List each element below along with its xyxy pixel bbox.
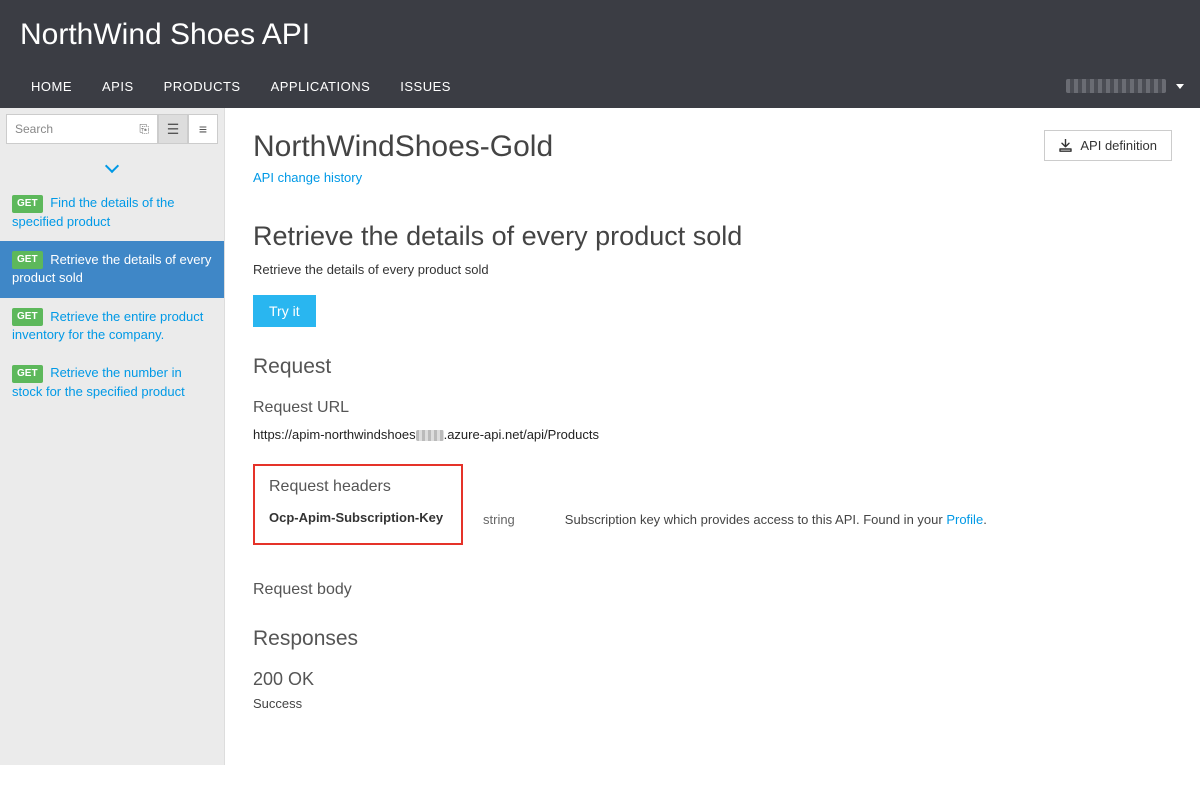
sidebar-op-0[interactable]: GET Find the details of the specified pr…: [0, 184, 224, 241]
request-heading: Request: [253, 355, 1172, 379]
api-definition-label: API definition: [1080, 138, 1157, 153]
portal-title: NorthWind Shoes API: [20, 18, 1180, 52]
search-placeholder: Search: [15, 122, 53, 136]
request-body-heading: Request body: [253, 581, 1172, 599]
change-history-link[interactable]: API change history: [253, 170, 362, 185]
method-badge: GET: [12, 308, 43, 326]
nav-issues[interactable]: ISSUES: [385, 65, 466, 108]
user-menu[interactable]: [1066, 79, 1184, 93]
sidebar-op-2[interactable]: GET Retrieve the entire product inventor…: [0, 298, 224, 355]
sidebar: Search ⎘ ☰ ≡ GET Find the details of the…: [0, 108, 225, 765]
nav-products[interactable]: PRODUCTS: [149, 65, 256, 108]
method-badge: GET: [12, 195, 43, 213]
response-text: Success: [253, 696, 1172, 711]
request-url-heading: Request URL: [253, 399, 1172, 417]
operation-description: Retrieve the details of every product so…: [253, 262, 1172, 277]
request-url-prefix: https://apim-northwindshoes: [253, 427, 416, 442]
view-list-button[interactable]: ☰: [158, 114, 188, 144]
sidebar-op-1[interactable]: GET Retrieve the details of every produc…: [0, 241, 224, 298]
header-type: string: [483, 512, 515, 527]
topbar: NorthWind Shoes API: [0, 0, 1200, 64]
view-group-button[interactable]: ≡: [188, 114, 218, 144]
nav-applications[interactable]: APPLICATIONS: [256, 65, 386, 108]
request-url-suffix: .azure-api.net/api/Products: [444, 427, 599, 442]
sidebar-op-3[interactable]: GET Retrieve the number in stock for the…: [0, 354, 224, 411]
request-headers-heading: Request headers: [269, 478, 447, 496]
chevron-down-icon: [1176, 84, 1184, 89]
api-title: NorthWindShoes-Gold: [253, 130, 553, 164]
try-it-button[interactable]: Try it: [253, 295, 316, 327]
search-input[interactable]: Search ⎘: [6, 114, 158, 144]
response-code: 200 OK: [253, 669, 1172, 690]
profile-link[interactable]: Profile: [946, 512, 983, 527]
user-name-redacted: [1066, 79, 1166, 93]
request-url-redacted: [416, 430, 444, 441]
method-badge: GET: [12, 251, 43, 269]
header-description: Subscription key which provides access t…: [565, 512, 987, 527]
method-badge: GET: [12, 365, 43, 383]
main-content: NorthWindShoes-Gold API definition API c…: [225, 108, 1200, 765]
api-definition-button[interactable]: API definition: [1044, 130, 1172, 161]
nav-home[interactable]: HOME: [16, 65, 87, 108]
search-settings-icon: ⎘: [139, 122, 149, 137]
operation-list: GET Find the details of the specified pr…: [0, 184, 224, 411]
download-icon: [1059, 139, 1072, 152]
request-headers-highlight: Request headers Ocp-Apim-Subscription-Ke…: [253, 464, 463, 545]
header-name: Ocp-Apim-Subscription-Key: [269, 510, 447, 525]
expand-icon[interactable]: [105, 159, 119, 173]
request-url: https://apim-northwindshoes .azure-api.ne…: [253, 427, 1172, 442]
navbar: HOME APIS PRODUCTS APPLICATIONS ISSUES: [0, 64, 1200, 108]
operation-title: Retrieve the details of every product so…: [253, 221, 1172, 252]
nav-apis[interactable]: APIS: [87, 65, 149, 108]
header-details: string Subscription key which provides a…: [483, 512, 1183, 527]
responses-heading: Responses: [253, 627, 1172, 651]
